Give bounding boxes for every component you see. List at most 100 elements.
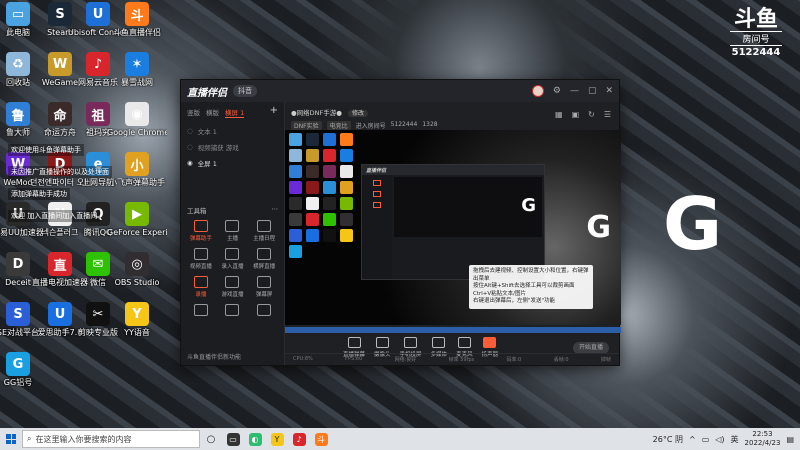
tool-button[interactable]: 主播日程: [248, 220, 280, 242]
hint-tooltip: 拖拽后去建视频、控制设置大小和位置，右键弹出菜单 按住Alt键+Shift去选择…: [469, 265, 593, 309]
status-item: 网络:良好: [394, 357, 417, 363]
taskbar-app-icon[interactable]: ♪: [288, 428, 310, 450]
main-panel: ●网络DNF手游● 修改 DNF实验 电竞比 进入房间号 5122444 132…: [285, 102, 621, 365]
taskbar-app-icon[interactable]: 斗: [310, 428, 332, 450]
tool-button[interactable]: 弹幕助手: [185, 220, 217, 242]
taskbar-search[interactable]: ⌕ 在这里输入你要搜索的内容: [22, 430, 200, 448]
category-tag[interactable]: 电竞比: [326, 121, 351, 130]
tool-button[interactable]: 游戏直播: [217, 276, 249, 298]
preview-icon: [306, 133, 319, 146]
tool-button[interactable]: 横屏直播: [248, 248, 280, 270]
volume-icon[interactable]: ◁): [715, 435, 724, 444]
toolbox-settings-icon[interactable]: ⋯: [272, 205, 279, 215]
control-icon: [483, 337, 497, 348]
source-item[interactable]: ◌ 文本 1: [181, 123, 284, 139]
task-view-icon[interactable]: ○: [200, 428, 222, 450]
preview-icon: [306, 165, 319, 178]
source-item[interactable]: ◌ 视频捕获 游戏: [181, 139, 284, 155]
start-button[interactable]: [0, 428, 22, 450]
tab-scene-1[interactable]: 横屏 1: [225, 107, 245, 118]
taskbar-app-icon[interactable]: ▭: [222, 428, 244, 450]
taskbar-app-icon[interactable]: Y: [266, 428, 288, 450]
maximize-icon[interactable]: ▢: [588, 86, 597, 96]
taskbar: ⌕ 在这里输入你要搜索的内容 ○ ▭ ◐ Y ♪ 斗 26°C 阴 ^ ▭ ◁)…: [0, 428, 800, 450]
gear-icon[interactable]: ⚙: [553, 86, 561, 96]
tab-horizontal[interactable]: 横版: [206, 107, 219, 118]
room-title: ●网络DNF手游●: [291, 109, 342, 117]
tool-button[interactable]: [185, 304, 217, 318]
network-icon[interactable]: ▭: [702, 435, 710, 444]
camera-icon[interactable]: ▣: [572, 110, 580, 119]
desktop-icon-label: OBS Studio: [114, 278, 160, 287]
danmaku-toast: 欢迎使用斗鱼弹幕助手: [8, 144, 84, 156]
tab-vertical[interactable]: 竖版: [187, 107, 200, 118]
control-icon: [457, 337, 471, 348]
tool-icon: [193, 304, 208, 316]
tool-icon: [257, 276, 272, 288]
eye-icon[interactable]: ◌: [187, 143, 193, 151]
minimize-icon[interactable]: —: [570, 86, 579, 96]
stream-preview[interactable]: 直播伴侣 G G 拖拽后去建视频、控制设置大小和位置，右键弹出菜单 按住Alt键…: [285, 130, 621, 325]
desktop-icon[interactable]: 小小飞声弹幕助手: [107, 152, 167, 187]
tool-icon: [257, 248, 272, 260]
weather[interactable]: 26°C 阴: [653, 434, 683, 445]
preview-icon: [306, 149, 319, 162]
tool-button[interactable]: [217, 304, 249, 318]
preview-icon: [340, 149, 353, 162]
tool-button[interactable]: 视频直播: [185, 248, 217, 270]
desktop-icon[interactable]: 斗斗鱼直播伴侣: [107, 2, 167, 37]
tool-button[interactable]: [248, 304, 280, 318]
tool-icon: [225, 304, 240, 316]
preview-icon: [340, 229, 353, 242]
desktop-icon[interactable]: ◎ OBS Studio: [107, 252, 167, 287]
preview-icon: [340, 133, 353, 146]
platform-pill[interactable]: 抖音: [233, 85, 257, 97]
preview-icon: [323, 133, 336, 146]
app-icon: ◉: [125, 102, 149, 126]
control-icon: [432, 337, 446, 348]
taskbar-app-icon[interactable]: ◐: [244, 428, 266, 450]
notification-icon[interactable]: ▤: [786, 435, 794, 444]
grid-icon[interactable]: ▦: [555, 110, 563, 119]
edit-room-button[interactable]: 修改: [348, 110, 369, 117]
clock[interactable]: 22:53 2022/4/23: [745, 430, 781, 448]
room-number: 5122444: [731, 47, 781, 58]
desktop-icon[interactable]: G GG铝号: [0, 352, 48, 387]
preview-icon: [323, 181, 336, 194]
app-icon: ✶: [125, 52, 149, 76]
avatar[interactable]: [531, 85, 544, 97]
desktop-icon[interactable]: ✶ 暴雪战网: [107, 52, 167, 87]
menu-icon[interactable]: ☰: [604, 110, 611, 119]
add-scene-icon[interactable]: +: [270, 106, 278, 118]
sidebar-footer[interactable]: 斗鱼直播伴侣新功能: [187, 352, 241, 361]
tray-arrow-icon[interactable]: ^: [689, 435, 696, 444]
close-icon[interactable]: ✕: [605, 86, 613, 96]
preview-icon: [306, 213, 319, 226]
preview-icon: [340, 165, 353, 178]
app-icon: 鲁: [6, 102, 30, 126]
desktop-icon-label: YY语音: [124, 328, 150, 337]
desktop-icon[interactable]: ▶ GeForce Experience: [107, 202, 167, 237]
eye-icon[interactable]: ◉: [187, 159, 193, 167]
preview-icon: [289, 213, 302, 226]
tip-line: 按住Alt键+Shift去选择工具可以裁剪画面: [473, 283, 575, 289]
preview-icon: [306, 197, 319, 210]
tool-button[interactable]: 录入直播: [217, 248, 249, 270]
preview-icon: [289, 197, 302, 210]
refresh-icon[interactable]: ↻: [588, 110, 595, 119]
app-icon: ◎: [125, 252, 149, 276]
desktop-icon[interactable]: ◉ Google Chrome: [107, 102, 167, 137]
input-language[interactable]: 英: [731, 434, 739, 445]
tool-button[interactable]: 主播: [217, 220, 249, 242]
desktop-icon[interactable]: Y YY语音: [107, 302, 167, 337]
tool-icon: [257, 220, 272, 232]
app-icon: G: [6, 352, 30, 376]
tool-button[interactable]: 录播: [185, 276, 217, 298]
source-item[interactable]: ◉ 全屏 1: [181, 155, 284, 171]
tool-button[interactable]: 弹幕屏: [248, 276, 280, 298]
status-item: 码率:0: [506, 357, 522, 363]
eye-icon[interactable]: ◌: [187, 127, 193, 135]
category-tag[interactable]: DNF实验: [291, 121, 322, 130]
control-icon: [347, 337, 361, 348]
tool-label: 录播: [195, 292, 207, 298]
